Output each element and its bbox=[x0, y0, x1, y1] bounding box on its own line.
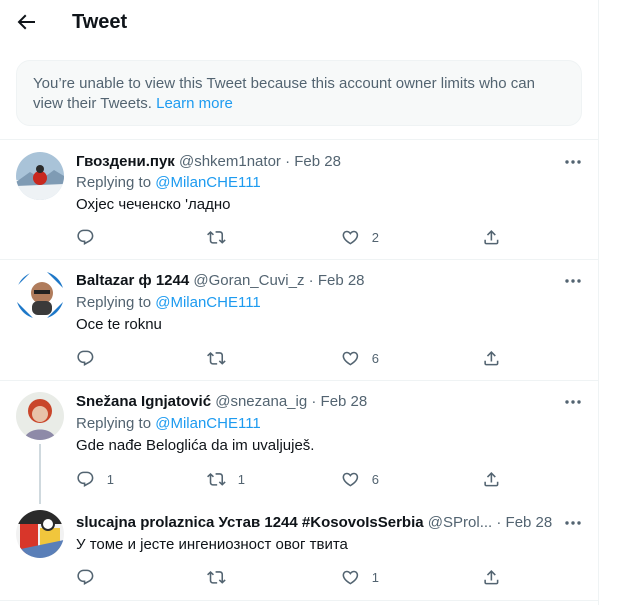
replying-to: Replying to @MilanCHE111 bbox=[76, 293, 261, 313]
tweet-text: Oce te roknu bbox=[76, 316, 162, 333]
reply-count: 1 bbox=[106, 471, 114, 487]
display-name[interactable]: slucajna prolaznica Устав 1244 #KosovoIs… bbox=[76, 514, 424, 531]
share-button[interactable] bbox=[482, 469, 501, 489]
heart-icon bbox=[342, 570, 359, 585]
replying-to: Replying to @MilanCHE111 bbox=[76, 173, 261, 193]
reply-tweet[interactable]: Гвоздени.пук @shkem1nator · Feb 28 Reply… bbox=[0, 140, 598, 260]
display-name[interactable]: Baltazar ф 1244 bbox=[76, 272, 189, 289]
share-button[interactable] bbox=[482, 227, 501, 247]
retweet-icon bbox=[207, 230, 226, 244]
reply-tweet[interactable]: Baltazar ф 1244 @Goran_Cuvi_z · Feb 28 R… bbox=[0, 261, 598, 381]
replying-to-label: Replying to bbox=[76, 415, 152, 432]
tweet-header: slucajna prolaznica Устав 1244 #KosovoIs… bbox=[76, 513, 552, 533]
retweet-button[interactable] bbox=[207, 227, 238, 247]
tweet-header: Snežana Ignjatović @snezana_ig · Feb 28 bbox=[76, 392, 367, 412]
display-name[interactable]: Snežana Ignjatović bbox=[76, 393, 211, 410]
more-options-icon[interactable] bbox=[562, 271, 584, 291]
tweet-text: Gde nađe Beloglića da im uvaljuješ. bbox=[76, 437, 315, 454]
notice-text: You’re unable to view this Tweet because… bbox=[33, 75, 535, 112]
tweet-date[interactable]: Feb 28 bbox=[321, 393, 368, 410]
reply-button[interactable] bbox=[76, 227, 107, 247]
like-count: 6 bbox=[371, 350, 379, 366]
heart-icon bbox=[342, 351, 359, 366]
user-handle[interactable]: @shkem1nator bbox=[179, 153, 281, 170]
separator-dot: · bbox=[308, 272, 314, 289]
user-handle[interactable]: @snezana_ig bbox=[215, 393, 307, 410]
back-arrow-icon[interactable] bbox=[14, 10, 38, 34]
mention-link[interactable]: @MilanCHE111 bbox=[155, 415, 261, 432]
mention-link[interactable]: @MilanCHE111 bbox=[155, 294, 261, 311]
replying-to-label: Replying to bbox=[76, 294, 152, 311]
share-icon bbox=[484, 569, 499, 585]
main-column: Tweet You’re unable to view this Tweet b… bbox=[0, 0, 599, 605]
like-count: 1 bbox=[371, 569, 379, 585]
tweet-date[interactable]: Feb 28 bbox=[318, 272, 365, 289]
header: Tweet bbox=[0, 0, 598, 44]
separator-dot: · bbox=[311, 393, 317, 410]
reply-button[interactable] bbox=[76, 567, 107, 587]
avatar[interactable] bbox=[16, 392, 64, 440]
replying-to: Replying to @MilanCHE111 bbox=[76, 414, 261, 434]
reply-icon bbox=[77, 569, 94, 585]
reply-icon bbox=[77, 229, 94, 245]
share-icon bbox=[484, 350, 499, 366]
tweet-actions: 6 bbox=[76, 348, 516, 368]
retweet-icon bbox=[207, 472, 226, 486]
retweet-button[interactable] bbox=[207, 348, 238, 368]
tweet-actions: 2 bbox=[76, 227, 516, 247]
retweet-icon bbox=[207, 351, 226, 365]
display-name[interactable]: Гвоздени.пук bbox=[76, 153, 175, 170]
retweet-icon bbox=[207, 570, 226, 584]
more-options-icon[interactable] bbox=[562, 392, 584, 412]
tweet-header: Гвоздени.пук @shkem1nator · Feb 28 bbox=[76, 152, 341, 172]
reply-icon bbox=[77, 350, 94, 366]
retweet-button[interactable] bbox=[207, 567, 238, 587]
thread-line bbox=[39, 444, 41, 504]
like-button[interactable]: 1 bbox=[341, 567, 379, 587]
reply-button[interactable] bbox=[76, 348, 107, 368]
learn-more-link[interactable]: Learn more bbox=[156, 95, 233, 112]
tweet-text: Охјес чеченско 'ладно bbox=[76, 196, 231, 213]
avatar[interactable] bbox=[16, 152, 64, 200]
tweet-header: Baltazar ф 1244 @Goran_Cuvi_z · Feb 28 bbox=[76, 271, 365, 291]
like-count: 2 bbox=[371, 229, 379, 245]
reply-tweet[interactable]: Snežana Ignjatović @snezana_ig · Feb 28 … bbox=[0, 382, 598, 504]
heart-icon bbox=[342, 230, 359, 245]
retweet-count: 1 bbox=[237, 471, 245, 487]
more-options-icon[interactable] bbox=[562, 513, 584, 533]
heart-icon bbox=[342, 472, 359, 487]
avatar[interactable] bbox=[16, 510, 64, 558]
user-handle[interactable]: @Goran_Cuvi_z bbox=[193, 272, 304, 289]
page-title: Tweet bbox=[72, 11, 128, 33]
restricted-tweet-notice: You’re unable to view this Tweet because… bbox=[16, 60, 582, 126]
retweet-button[interactable]: 1 bbox=[207, 469, 245, 489]
tweet-date[interactable]: Feb 28 bbox=[294, 153, 341, 170]
like-button[interactable]: 6 bbox=[341, 348, 379, 368]
like-button[interactable]: 2 bbox=[341, 227, 379, 247]
tweet-text: У томе и јесте ингениозност овог твита bbox=[76, 536, 348, 553]
tweet-actions: 1 1 6 bbox=[76, 469, 516, 489]
like-count: 6 bbox=[371, 471, 379, 487]
replying-to-label: Replying to bbox=[76, 174, 152, 191]
share-button[interactable] bbox=[482, 567, 501, 587]
mention-link[interactable]: @MilanCHE111 bbox=[155, 174, 261, 191]
avatar[interactable] bbox=[16, 271, 64, 319]
share-button[interactable] bbox=[482, 348, 501, 368]
more-options-icon[interactable] bbox=[562, 152, 584, 172]
separator-dot: · bbox=[285, 153, 291, 170]
user-handle[interactable]: @SProl... bbox=[428, 514, 492, 531]
reply-icon bbox=[77, 471, 94, 487]
reply-tweet[interactable]: slucajna prolaznica Устав 1244 #KosovoIs… bbox=[0, 504, 598, 601]
separator-dot: · bbox=[496, 514, 502, 531]
like-button[interactable]: 6 bbox=[341, 469, 379, 489]
tweet-date[interactable]: Feb 28 bbox=[506, 514, 553, 531]
share-icon bbox=[484, 471, 499, 487]
tweet-actions: 1 bbox=[76, 567, 516, 587]
reply-button[interactable]: 1 bbox=[76, 469, 114, 489]
share-icon bbox=[484, 229, 499, 245]
